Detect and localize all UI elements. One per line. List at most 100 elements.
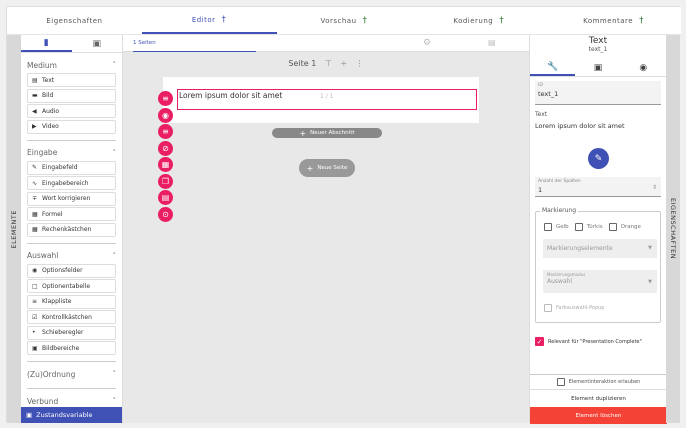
markierung-group: Markierung Gelb Türkis Orange Markierung… <box>535 207 661 323</box>
variable-icon: ▣ <box>26 411 33 419</box>
elements-panel: ▮ ▣ Medium ˄ ▤ Text ▬ Bild ◀ Audio ▶ Video Eingabe… <box>21 35 123 423</box>
bookmark-icon[interactable]: ▮ <box>21 35 72 52</box>
palette-icon[interactable]: ◉ <box>158 107 173 123</box>
interaction-option[interactable]: Elementinteraktion erlauben <box>530 375 667 390</box>
zustand-label: Zustandsvariable <box>36 411 93 419</box>
group-header[interactable]: (Zu)Ordnung ˅ <box>27 366 116 382</box>
id-field[interactable]: ID text_1 <box>535 81 661 105</box>
checkbox-orange[interactable] <box>608 223 617 231</box>
element-icon: • <box>32 329 36 336</box>
checkbox-farbauswahl[interactable] <box>544 304 552 312</box>
element-item[interactable]: ▣ Bildbereiche <box>27 341 116 355</box>
element-label: Audio <box>42 107 60 115</box>
edit-text-button[interactable]: ✎ <box>588 148 609 169</box>
duplicate-button[interactable]: Element duplizieren <box>530 390 667 407</box>
layout-icon[interactable]: ▦ <box>158 157 173 172</box>
element-label: Formel <box>42 210 63 218</box>
copy-icon[interactable]: ❐ <box>158 173 173 189</box>
columns-value: 1 <box>538 186 543 194</box>
delete-label: Element löschen <box>575 412 622 419</box>
element-icon: ▦ <box>32 210 38 218</box>
elements-strip[interactable]: ELEMENTE <box>7 35 21 423</box>
checkbox-interaction[interactable] <box>556 378 565 386</box>
group-header[interactable]: Auswahl ˄ <box>27 248 116 264</box>
relevant-option[interactable]: ✓ Relevant für "Presentation Complete" <box>535 337 642 346</box>
element-item[interactable]: ∓ Wort korrigieren <box>27 191 116 206</box>
book-icon[interactable]: ▣ <box>72 35 123 52</box>
element-group: (Zu)Ordnung ˅ <box>27 366 116 382</box>
markierungsmodus-select[interactable]: Markierungsmodus Auswahl ▼ <box>543 270 657 293</box>
wrench-icon[interactable]: 🔧 <box>530 59 576 76</box>
element-icon: ☑ <box>32 313 38 321</box>
new-section-label: Neuer Abschnitt <box>310 130 355 136</box>
markierungselemente-label: Markierungselemente <box>547 245 613 252</box>
pin-icon[interactable]: † <box>363 16 368 26</box>
tab-kodierung[interactable]: Kodierung † <box>411 7 546 34</box>
markierungselemente-select[interactable]: Markierungselemente ▼ <box>543 239 657 258</box>
pin-icon[interactable]: † <box>499 16 504 26</box>
delete-button[interactable]: Element löschen <box>530 407 667 424</box>
align-top-icon[interactable]: ⊤ <box>325 59 332 68</box>
group-separator <box>27 242 116 244</box>
pencil-icon: ✎ <box>594 153 603 164</box>
stepper-icon[interactable]: ⇕ <box>652 184 657 191</box>
element-item[interactable]: • Schieberegler <box>27 325 116 340</box>
delete-circle-icon[interactable]: ⊙ <box>158 206 173 222</box>
element-item[interactable]: ▤ Text <box>27 73 116 87</box>
tab-label: Kommentare <box>583 16 634 25</box>
mode-value: Auswahl <box>547 278 573 285</box>
element-icon: ▣ <box>32 344 38 352</box>
gear-icon[interactable]: ⚙ <box>423 38 431 48</box>
format-icon[interactable]: ≡ <box>158 124 173 139</box>
tab-kommentare[interactable]: Kommentare † <box>546 7 681 34</box>
checkbox-tuerkis[interactable] <box>574 223 583 231</box>
element-item[interactable]: ◀ Audio <box>27 104 116 118</box>
element-item[interactable]: ▦ Formel <box>27 207 116 221</box>
hide-icon[interactable]: ⊘ <box>158 140 173 156</box>
element-item[interactable]: ◉ Optionsfelder <box>27 263 116 278</box>
page-canvas: Lorem ipsum dolor sit amet 1 / 1 <box>163 77 479 123</box>
more-icon[interactable]: ⋮ <box>356 59 364 68</box>
list-icon[interactable]: ≡ <box>158 91 173 106</box>
tab-label: Kodierung <box>453 16 494 25</box>
group-header[interactable]: Medium ˄ <box>27 57 116 73</box>
checkmark-icon[interactable]: ✓ <box>535 337 544 346</box>
element-item[interactable]: ▬ Bild <box>27 88 116 103</box>
new-section-button[interactable]: + Neuer Abschnitt <box>272 128 382 138</box>
layout-icon[interactable]: ▤ <box>488 38 496 47</box>
group-separator <box>27 139 116 141</box>
element-item[interactable]: □ Optionentabelle <box>27 279 116 293</box>
tab-editor[interactable]: Editor † <box>141 7 277 34</box>
pin-icon[interactable]: † <box>639 16 644 26</box>
new-page-button[interactable]: + Neue Seite <box>299 159 355 177</box>
tab-label: Vorschau <box>320 16 357 25</box>
element-item[interactable]: ▶ Video <box>27 119 116 134</box>
position-icon[interactable]: ▣ <box>575 59 620 76</box>
element-item[interactable]: ▦ Rechenkästchen <box>27 222 116 237</box>
checkbox-gelb[interactable] <box>544 223 552 231</box>
columns-field[interactable]: Anzahl der Spalten 1 ⇕ <box>535 177 661 197</box>
text-element[interactable]: Lorem ipsum dolor sit amet 1 / 1 <box>177 89 477 110</box>
sections-tab[interactable]: 1 Seiten <box>133 35 256 52</box>
element-item[interactable]: ∿ Eingabebereich <box>27 176 116 190</box>
split-icon[interactable]: ÷ <box>340 59 347 68</box>
zustand-button[interactable]: ▣ Zustandsvariable <box>21 407 122 423</box>
text-label: Text <box>535 111 548 118</box>
element-item[interactable]: ✎ Eingabefeld <box>27 160 116 175</box>
tab-vorschau[interactable]: Vorschau † <box>277 7 412 34</box>
paste-icon[interactable]: ▤ <box>158 190 173 205</box>
element-icon: ✎ <box>32 164 38 171</box>
element-actions: ≡ ◉ ≡ ⊘ ▦ ❐ ▤ ⊙ <box>158 91 173 223</box>
group-separator <box>27 388 116 389</box>
group-header[interactable]: Eingabe ˄ <box>27 145 116 161</box>
element-group: Medium ˄ ▤ Text ▬ Bild ◀ Audio ▶ Video <box>27 57 116 134</box>
color-label: Gelb <box>556 224 569 230</box>
element-item[interactable]: ☑ Kontrollkästchen <box>27 310 116 324</box>
tab-eigenschaften[interactable]: Eigenschaften <box>7 7 142 34</box>
id-label: ID <box>538 83 543 88</box>
element-item[interactable]: ≡ Klappliste <box>27 294 116 309</box>
properties-strip[interactable]: EIGENSCHAFTEN <box>666 35 680 423</box>
farbauswahl-option[interactable]: Farbauswahl-Popup <box>544 304 604 312</box>
pin-icon[interactable]: † <box>222 15 227 25</box>
palette-icon[interactable]: ◉ <box>621 59 666 76</box>
